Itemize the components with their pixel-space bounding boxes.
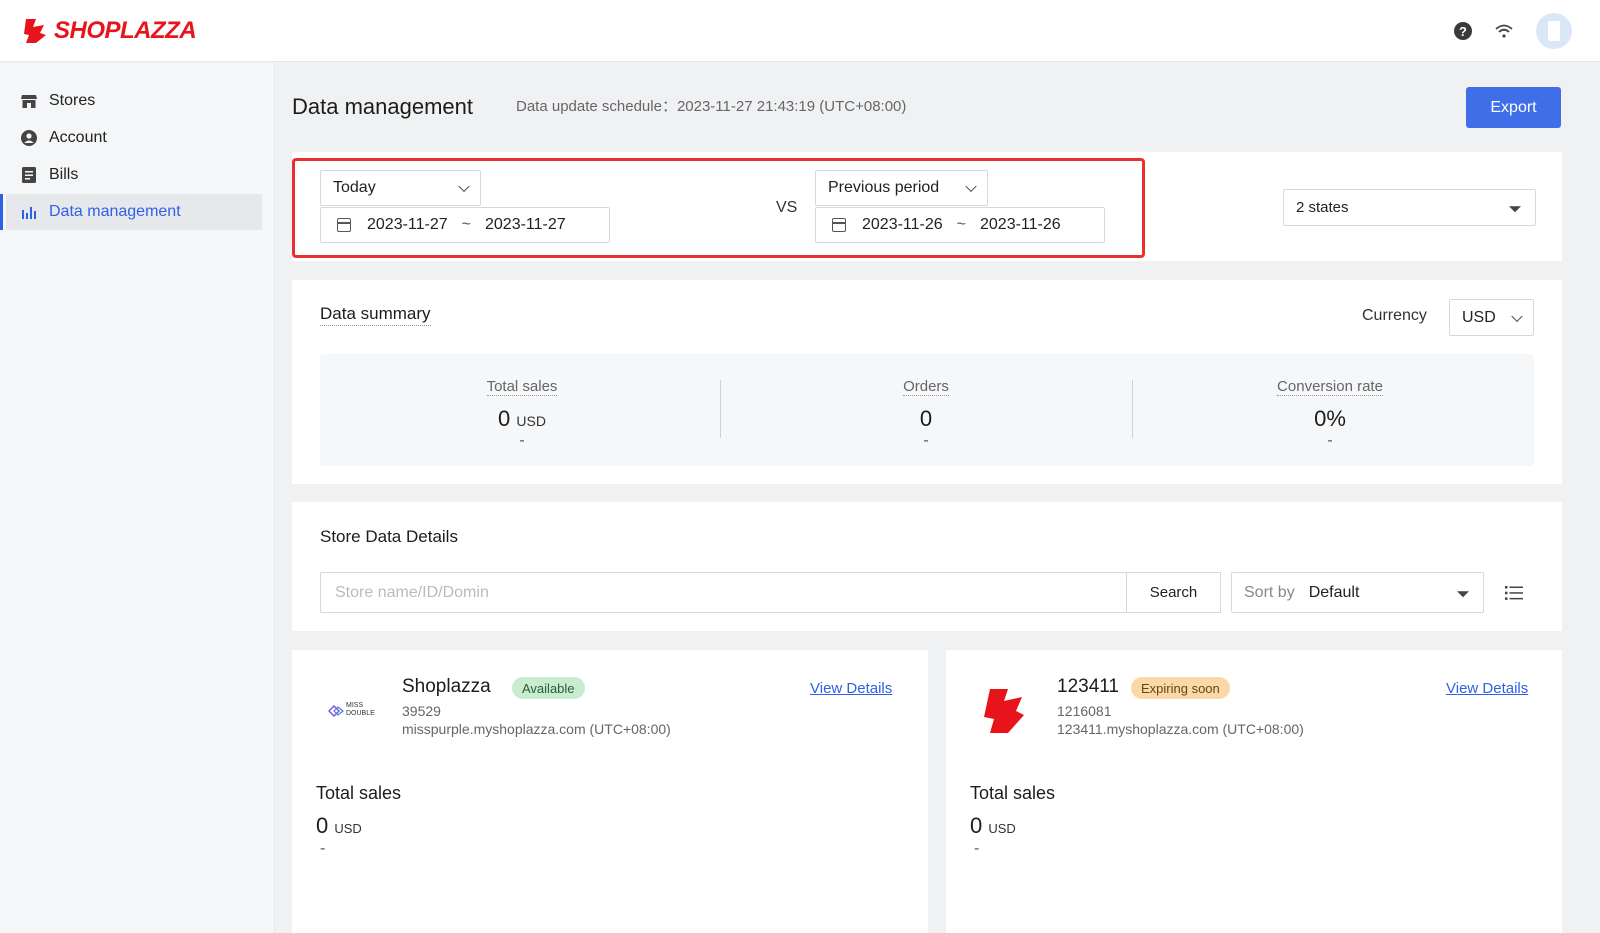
sort-value: Default	[1308, 583, 1360, 601]
currency-label: Currency	[1362, 307, 1427, 324]
account-icon	[21, 130, 37, 146]
sort-select[interactable]: Sort by Default	[1231, 572, 1484, 613]
sidebar-item-label: Bills	[49, 166, 79, 183]
sales-amount: 0	[970, 813, 983, 838]
sidebar-item-data-management[interactable]: Data management	[0, 194, 262, 230]
bar-chart-icon	[21, 204, 37, 220]
store-domain: misspurple.myshoplazza.com (UTC+08:00)	[402, 721, 671, 737]
store-icon	[21, 93, 37, 109]
compare-period-select[interactable]: Previous period	[815, 170, 988, 206]
sales-change: -	[320, 840, 326, 857]
total-sales-label: Total sales	[970, 783, 1056, 803]
brand-logo[interactable]: SHOPLAZZA	[22, 17, 197, 45]
wifi-icon[interactable]	[1494, 23, 1514, 39]
shoplazza-logo-icon	[984, 689, 1024, 733]
status-badge: Expiring soon	[1131, 677, 1230, 699]
sort-label: Sort by	[1244, 583, 1295, 601]
compare-end-date: 2023-11-26	[980, 216, 1061, 233]
metric-label: Conversion rate	[1277, 378, 1383, 396]
sales-unit: USD	[988, 821, 1016, 836]
compare-period-value: Previous period	[828, 179, 940, 196]
store-search-input[interactable]	[320, 572, 1126, 613]
export-button[interactable]: Export	[1466, 87, 1561, 128]
states-select[interactable]: 2 states	[1283, 189, 1536, 226]
calendar-icon	[832, 218, 846, 232]
bill-icon	[21, 167, 37, 183]
store-id: 39529	[402, 703, 441, 719]
metrics-panel: Total sales 0 USD - Orders 0 - Conversio…	[320, 354, 1534, 466]
store-logo-miss-double: MISS DOUBLE	[328, 700, 375, 722]
store-logo-text: MISS DOUBLE	[346, 702, 375, 717]
avatar-placeholder	[1548, 21, 1560, 41]
chevron-down-icon	[1511, 310, 1523, 322]
store-name[interactable]: Shoplazza	[402, 676, 491, 698]
states-select-value: 2 states	[1296, 199, 1349, 216]
sales-amount: 0	[316, 813, 329, 838]
shoplazza-logo-icon	[24, 19, 46, 43]
store-name[interactable]: 123411	[1057, 676, 1119, 698]
metric-value: 0	[498, 406, 511, 431]
top-bar: SHOPLAZZA ?	[0, 0, 1600, 62]
sidebar-item-label: Account	[49, 129, 107, 146]
caret-down-icon	[1457, 590, 1469, 597]
help-icon[interactable]: ?	[1454, 22, 1472, 40]
range-separator: ~	[956, 216, 966, 233]
vs-label: VS	[776, 199, 798, 216]
chevron-down-icon	[458, 180, 470, 193]
end-date: 2023-11-27	[485, 216, 566, 233]
sidebar: Stores Account Bills Data management	[0, 63, 275, 933]
caret-down-icon	[1509, 205, 1521, 212]
store-id: 1216081	[1057, 703, 1112, 719]
sidebar-item-label: Data management	[49, 203, 181, 220]
metric-change: -	[1327, 432, 1333, 449]
total-sales-value: 0 USD	[316, 813, 362, 839]
metric-value: 0	[919, 406, 933, 431]
metric-unit: USD	[516, 413, 546, 429]
compare-date-range-picker[interactable]: 2023-11-26 ~ 2023-11-26	[815, 207, 1105, 243]
search-button[interactable]: Search	[1126, 572, 1221, 613]
currency-select[interactable]: USD	[1449, 299, 1534, 336]
metric-value: 0%	[1314, 406, 1346, 431]
store-domain: 123411.myshoplazza.com (UTC+08:00)	[1057, 721, 1304, 737]
period-select-value: Today	[333, 179, 376, 196]
sidebar-item-stores[interactable]: Stores	[6, 83, 262, 119]
status-badge: Available	[512, 677, 585, 699]
period-select[interactable]: Today	[320, 170, 481, 206]
avatar[interactable]	[1536, 13, 1572, 49]
total-sales-label: Total sales	[316, 783, 402, 803]
sidebar-item-bills[interactable]: Bills	[6, 157, 262, 193]
calendar-icon	[337, 218, 351, 232]
metric-orders: Orders 0 -	[724, 354, 1128, 466]
data-summary-title: Data summary	[320, 304, 431, 326]
currency-value: USD	[1462, 308, 1496, 326]
sales-unit: USD	[334, 821, 362, 836]
metric-total-sales: Total sales 0 USD -	[320, 354, 724, 466]
chevron-down-icon	[965, 180, 977, 193]
brand-name: SHOPLAZZA	[54, 17, 197, 44]
store-logo-mark-icon	[328, 705, 344, 717]
sales-change: -	[974, 840, 980, 857]
sidebar-item-label: Stores	[49, 92, 96, 109]
page-title: Data management	[292, 94, 473, 119]
sidebar-item-account[interactable]: Account	[6, 120, 262, 156]
metric-label: Total sales	[486, 378, 558, 396]
divider	[720, 380, 721, 438]
store-data-details-title: Store Data Details	[320, 527, 458, 546]
metric-change: -	[519, 432, 525, 449]
start-date: 2023-11-27	[367, 216, 448, 233]
view-details-link[interactable]: View Details	[810, 680, 892, 697]
list-view-icon[interactable]	[1505, 585, 1523, 601]
range-separator: ~	[461, 216, 471, 233]
date-range-picker[interactable]: 2023-11-27 ~ 2023-11-27	[320, 207, 610, 243]
compare-start-date: 2023-11-26	[862, 216, 943, 233]
total-sales-value: 0 USD	[970, 813, 1016, 839]
data-update-schedule: Data update schedule：2023-11-27 21:43:19…	[516, 98, 907, 115]
view-details-link[interactable]: View Details	[1446, 680, 1528, 697]
metric-conversion-rate: Conversion rate 0% -	[1128, 354, 1532, 466]
metric-change: -	[923, 432, 929, 449]
metric-label: Orders	[903, 378, 949, 396]
